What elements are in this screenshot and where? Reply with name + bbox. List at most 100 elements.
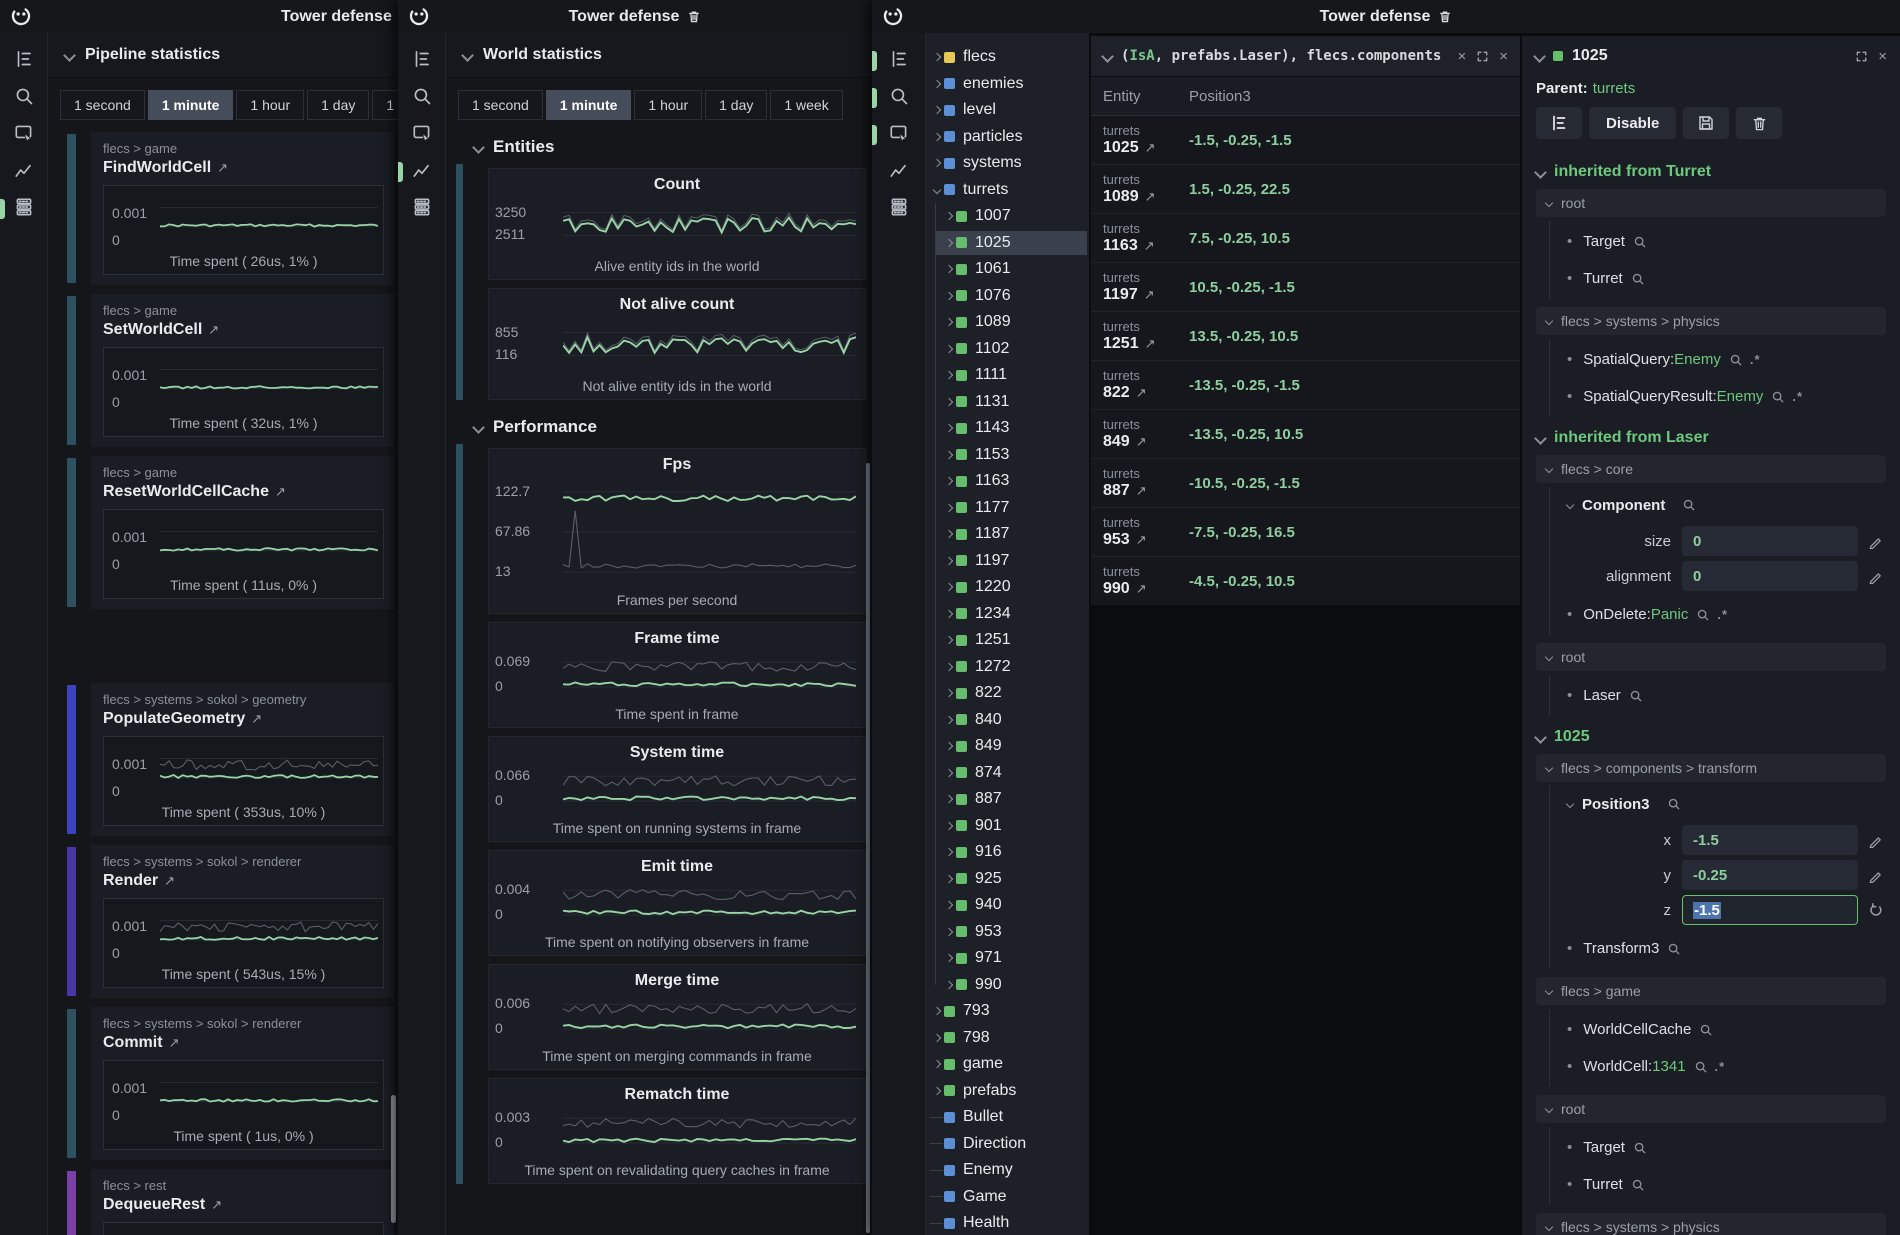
tab-1-hour[interactable]: 1 hour bbox=[236, 90, 304, 120]
tree-item-1076[interactable]: 1076 bbox=[926, 283, 1089, 310]
tree-item-849[interactable]: 849 bbox=[926, 733, 1089, 760]
stats-sidebar-button[interactable] bbox=[398, 197, 445, 221]
tree-item-1131[interactable]: 1131 bbox=[926, 389, 1089, 416]
tree-item-874[interactable]: 874 bbox=[926, 760, 1089, 787]
edit-pencil-icon[interactable] bbox=[1864, 569, 1886, 584]
close-inspector-icon[interactable]: × bbox=[1878, 48, 1887, 65]
expand-query-icon[interactable] bbox=[1475, 49, 1490, 64]
collapse-chevron-icon[interactable] bbox=[1545, 317, 1553, 325]
field-input-size[interactable]: 0 bbox=[1682, 526, 1858, 556]
chevron-right-icon[interactable] bbox=[944, 981, 952, 989]
collapse-chevron-icon[interactable] bbox=[63, 49, 76, 62]
chevron-right-icon[interactable] bbox=[944, 795, 952, 803]
close-query-icon[interactable]: × bbox=[1499, 48, 1508, 65]
stats-sidebar-button[interactable] bbox=[0, 197, 47, 221]
tree-item-1177[interactable]: 1177 bbox=[926, 495, 1089, 522]
pair-target-link[interactable]: Panic bbox=[1651, 606, 1689, 623]
field-input-x[interactable]: -1.5 bbox=[1682, 825, 1858, 855]
entity-id-link[interactable]: 990↗ bbox=[1103, 579, 1189, 598]
chevron-right-icon[interactable] bbox=[932, 1007, 940, 1015]
collapse-chevron-icon[interactable] bbox=[1566, 800, 1574, 808]
pair-target-link[interactable]: 1341 bbox=[1652, 1058, 1685, 1075]
open-external-icon[interactable]: ↗ bbox=[217, 160, 228, 175]
screen-share-sidebar-button[interactable] bbox=[398, 123, 445, 147]
entity-id-link[interactable]: 1163↗ bbox=[1103, 236, 1189, 255]
chevron-right-icon[interactable] bbox=[944, 398, 952, 406]
tree-item-916[interactable]: 916 bbox=[926, 839, 1089, 866]
entity-id-link[interactable]: 849↗ bbox=[1103, 432, 1189, 451]
entity-id-link[interactable]: 953↗ bbox=[1103, 530, 1189, 549]
tree-item-1251[interactable]: 1251 bbox=[926, 627, 1089, 654]
field-input-z[interactable]: -1.5 bbox=[1682, 895, 1858, 925]
tree-item-1187[interactable]: 1187 bbox=[926, 521, 1089, 548]
expand-inspector-icon[interactable] bbox=[1854, 49, 1869, 64]
search-icon[interactable] bbox=[1729, 353, 1743, 367]
module-path-header[interactable]: flecs > components > transform bbox=[1536, 754, 1886, 782]
module-path-header[interactable]: flecs > core bbox=[1536, 455, 1886, 483]
entity-id-link[interactable]: 887↗ bbox=[1103, 481, 1189, 500]
chevron-right-icon[interactable] bbox=[944, 610, 952, 618]
tree-item-953[interactable]: 953 bbox=[926, 919, 1089, 946]
search-icon[interactable] bbox=[1667, 797, 1681, 811]
edit-pencil-icon[interactable] bbox=[1864, 534, 1886, 549]
module-path-header[interactable]: root bbox=[1536, 189, 1886, 217]
search-icon[interactable] bbox=[1633, 1141, 1647, 1155]
tree-item-1061[interactable]: 1061 bbox=[926, 256, 1089, 283]
search-icon[interactable] bbox=[1696, 608, 1710, 622]
tree-item-prefabs[interactable]: prefabs bbox=[926, 1078, 1089, 1105]
collapse-chevron-icon[interactable] bbox=[1545, 465, 1553, 473]
chevron-right-icon[interactable] bbox=[932, 1034, 940, 1042]
tree-item-990[interactable]: 990 bbox=[926, 972, 1089, 999]
collapse-chevron-icon[interactable] bbox=[472, 141, 485, 154]
tree-item-flecs[interactable]: flecs bbox=[926, 44, 1089, 71]
tab-1-second[interactable]: 1 second bbox=[458, 90, 543, 120]
module-path-header[interactable]: flecs > systems > physics bbox=[1536, 307, 1886, 335]
line-chart-sidebar-button[interactable] bbox=[398, 160, 445, 184]
edit-pencil-icon[interactable] bbox=[1864, 868, 1886, 883]
chevron-right-icon[interactable] bbox=[944, 928, 952, 936]
chevron-right-icon[interactable] bbox=[944, 742, 952, 750]
show-in-tree-button[interactable] bbox=[1536, 107, 1582, 139]
chevron-right-icon[interactable] bbox=[944, 583, 952, 591]
tab-1-week[interactable]: 1 week bbox=[372, 90, 398, 120]
tree-item-1234[interactable]: 1234 bbox=[926, 601, 1089, 628]
chevron-right-icon[interactable] bbox=[944, 451, 952, 459]
chevron-right-icon[interactable] bbox=[932, 1087, 940, 1095]
chevron-right-icon[interactable] bbox=[932, 80, 940, 88]
tree-item-game[interactable]: game bbox=[926, 1051, 1089, 1078]
pair-target-link[interactable]: Enemy bbox=[1717, 388, 1764, 405]
vertical-scrollbar[interactable] bbox=[391, 1095, 396, 1223]
module-path-header[interactable]: flecs > systems > physics bbox=[1536, 1213, 1886, 1235]
chevron-right-icon[interactable] bbox=[944, 424, 952, 432]
save-button[interactable] bbox=[1683, 107, 1729, 139]
chevron-right-icon[interactable] bbox=[944, 477, 952, 485]
entity-id-link[interactable]: 1025↗ bbox=[1103, 138, 1189, 157]
chevron-right-icon[interactable] bbox=[944, 557, 952, 565]
tree-item-Enemy[interactable]: Enemy bbox=[926, 1157, 1089, 1184]
open-external-icon[interactable]: ↗ bbox=[1144, 238, 1155, 253]
tree-item-particles[interactable]: particles bbox=[926, 124, 1089, 151]
chevron-right-icon[interactable] bbox=[932, 106, 940, 114]
search-sidebar-button[interactable] bbox=[398, 86, 445, 110]
open-external-icon[interactable]: ↗ bbox=[164, 873, 175, 888]
delete-world-icon[interactable] bbox=[687, 9, 701, 24]
screen-share-sidebar-button[interactable] bbox=[872, 123, 925, 147]
chevron-right-icon[interactable] bbox=[944, 530, 952, 538]
pair-wildcard-icon[interactable]: .* bbox=[1717, 607, 1728, 622]
chevron-right-icon[interactable] bbox=[944, 822, 952, 830]
chevron-right-icon[interactable] bbox=[944, 265, 952, 273]
field-input-alignment[interactable]: 0 bbox=[1682, 561, 1858, 591]
search-sidebar-button[interactable] bbox=[0, 86, 47, 110]
chevron-right-icon[interactable] bbox=[944, 239, 952, 247]
delete-world-icon[interactable] bbox=[1438, 9, 1452, 24]
collapse-chevron-icon[interactable] bbox=[1534, 731, 1547, 744]
chevron-right-icon[interactable] bbox=[944, 636, 952, 644]
hierarchy-sidebar-button[interactable] bbox=[398, 49, 445, 73]
pair-target-link[interactable]: Enemy bbox=[1674, 351, 1721, 368]
collapse-chevron-icon[interactable] bbox=[1545, 1105, 1553, 1113]
chevron-right-icon[interactable] bbox=[944, 901, 952, 909]
search-icon[interactable] bbox=[1699, 1023, 1713, 1037]
tab-1-second[interactable]: 1 second bbox=[60, 90, 145, 120]
tree-item-systems[interactable]: systems bbox=[926, 150, 1089, 177]
chevron-right-icon[interactable] bbox=[944, 689, 952, 697]
